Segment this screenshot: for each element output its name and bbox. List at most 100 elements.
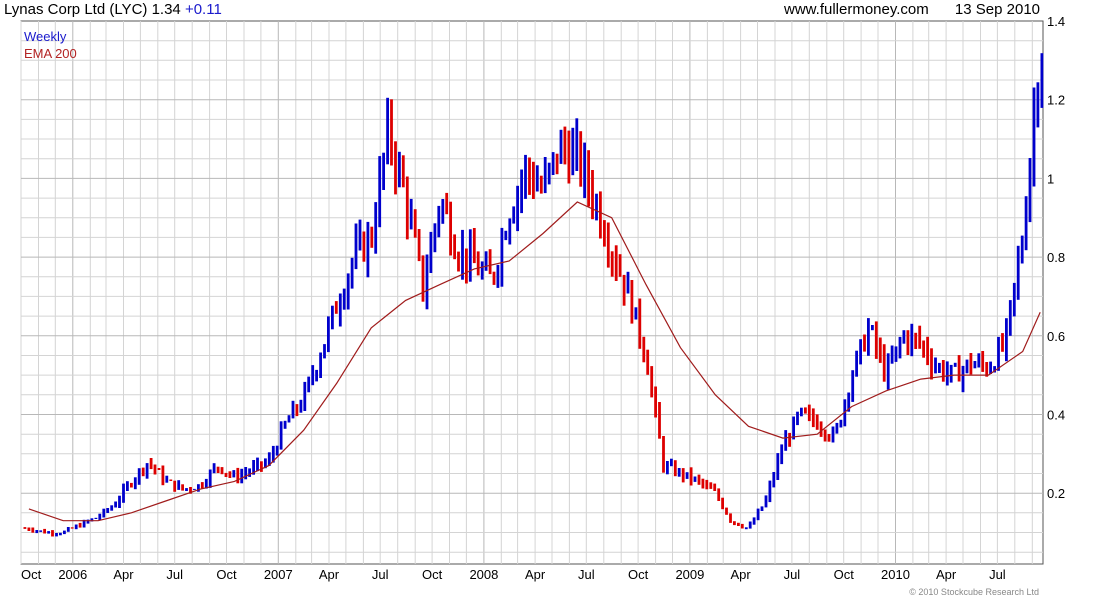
price-bar [126,481,129,491]
price-bar [130,482,133,488]
price-bar [851,370,855,402]
price-bar [307,376,311,393]
price-bar [149,458,153,470]
price-bar [717,488,721,501]
price-bar [918,325,922,349]
price-bar [445,192,449,215]
price-bar [122,483,125,503]
y-tick-label: 0.6 [1047,329,1065,344]
price-bar [673,460,677,477]
price-bar [835,422,839,434]
x-tick-label: Oct [834,567,855,582]
price-bar [465,248,468,284]
price-bar [1032,87,1036,187]
price-bar [185,488,188,491]
price-bar [934,357,937,374]
price-bar [863,334,866,352]
price-bar [539,175,543,194]
price-bar [1028,158,1032,223]
price-bar [492,271,496,285]
price-bar [701,478,705,489]
price-bar [567,130,571,184]
price-bar [157,468,161,470]
price-bar [370,226,374,248]
price-bar [1016,245,1020,300]
price-bar [941,360,945,382]
price-bar [859,339,862,365]
price-bar [394,141,397,195]
price-bar [583,142,586,199]
price-bar [646,349,650,375]
price-bar [78,522,82,528]
price-bar [760,506,764,511]
price-bar [181,484,184,491]
price-chart: 0.2 0.4 0.6 0.8 1 1.2 1.4 Oct 2006 Apr Jul Oct 2007… [20,14,1065,597]
price-bar [342,288,346,310]
price-bar [788,432,791,447]
price-bar [382,152,385,190]
price-bar [989,361,992,374]
x-tick-label: 2010 [881,567,910,582]
price-bar [461,229,464,280]
price-bar [815,414,819,430]
price-bar [94,517,98,519]
price-bar [867,318,870,356]
price-bar [55,533,58,537]
price-bar [535,165,539,192]
price-bar [729,513,732,523]
price-bar [504,230,508,241]
price-bar [559,129,563,164]
price-bar [595,193,598,221]
x-tick-label: Oct [21,567,42,582]
price-bar [1040,53,1044,108]
price-bar [744,527,748,530]
x-tick-label: Apr [730,567,751,582]
price-bar [401,155,405,188]
price-bar [378,156,382,228]
x-tick-label: Jul [989,567,1006,582]
price-bar [224,472,228,477]
price-bar [145,463,149,479]
price-bar [165,475,169,483]
price-bar [670,458,673,467]
price-bar [764,495,768,508]
price-bar [697,474,701,485]
price-bar [1036,82,1040,128]
price-bar [315,369,318,382]
price-bar [819,421,823,437]
price-bar [681,468,685,483]
price-bar [212,463,216,474]
price-bar [634,307,638,320]
price-bar [433,223,437,253]
price-bar [772,472,776,488]
price-bar [547,162,551,185]
y-tick-label: 0.8 [1047,250,1065,265]
price-bar [303,381,307,411]
price-bar [969,353,973,375]
price-bar [472,228,476,264]
y-tick-label: 1.4 [1047,14,1065,29]
price-bar [232,470,236,478]
x-tick-label: Apr [319,567,340,582]
legend-ema: EMA 200 [24,46,77,61]
price-bar [650,366,654,398]
price-bar [240,468,244,484]
price-bar [141,467,145,477]
price-bar [291,400,295,419]
price-bar [855,350,858,377]
candles [23,53,1044,537]
price-bar [654,386,657,418]
price-bar [930,348,933,380]
price-bar [110,505,114,511]
price-bar [449,201,452,256]
price-bar [796,411,799,426]
price-bar [756,508,760,521]
price-bar [953,362,957,367]
price-bar [137,468,141,485]
price-bar [804,407,807,414]
price-bar [693,476,697,482]
price-bar [102,508,106,518]
price-bar [70,527,74,529]
price-bar [334,301,338,314]
price-bar [823,429,827,442]
